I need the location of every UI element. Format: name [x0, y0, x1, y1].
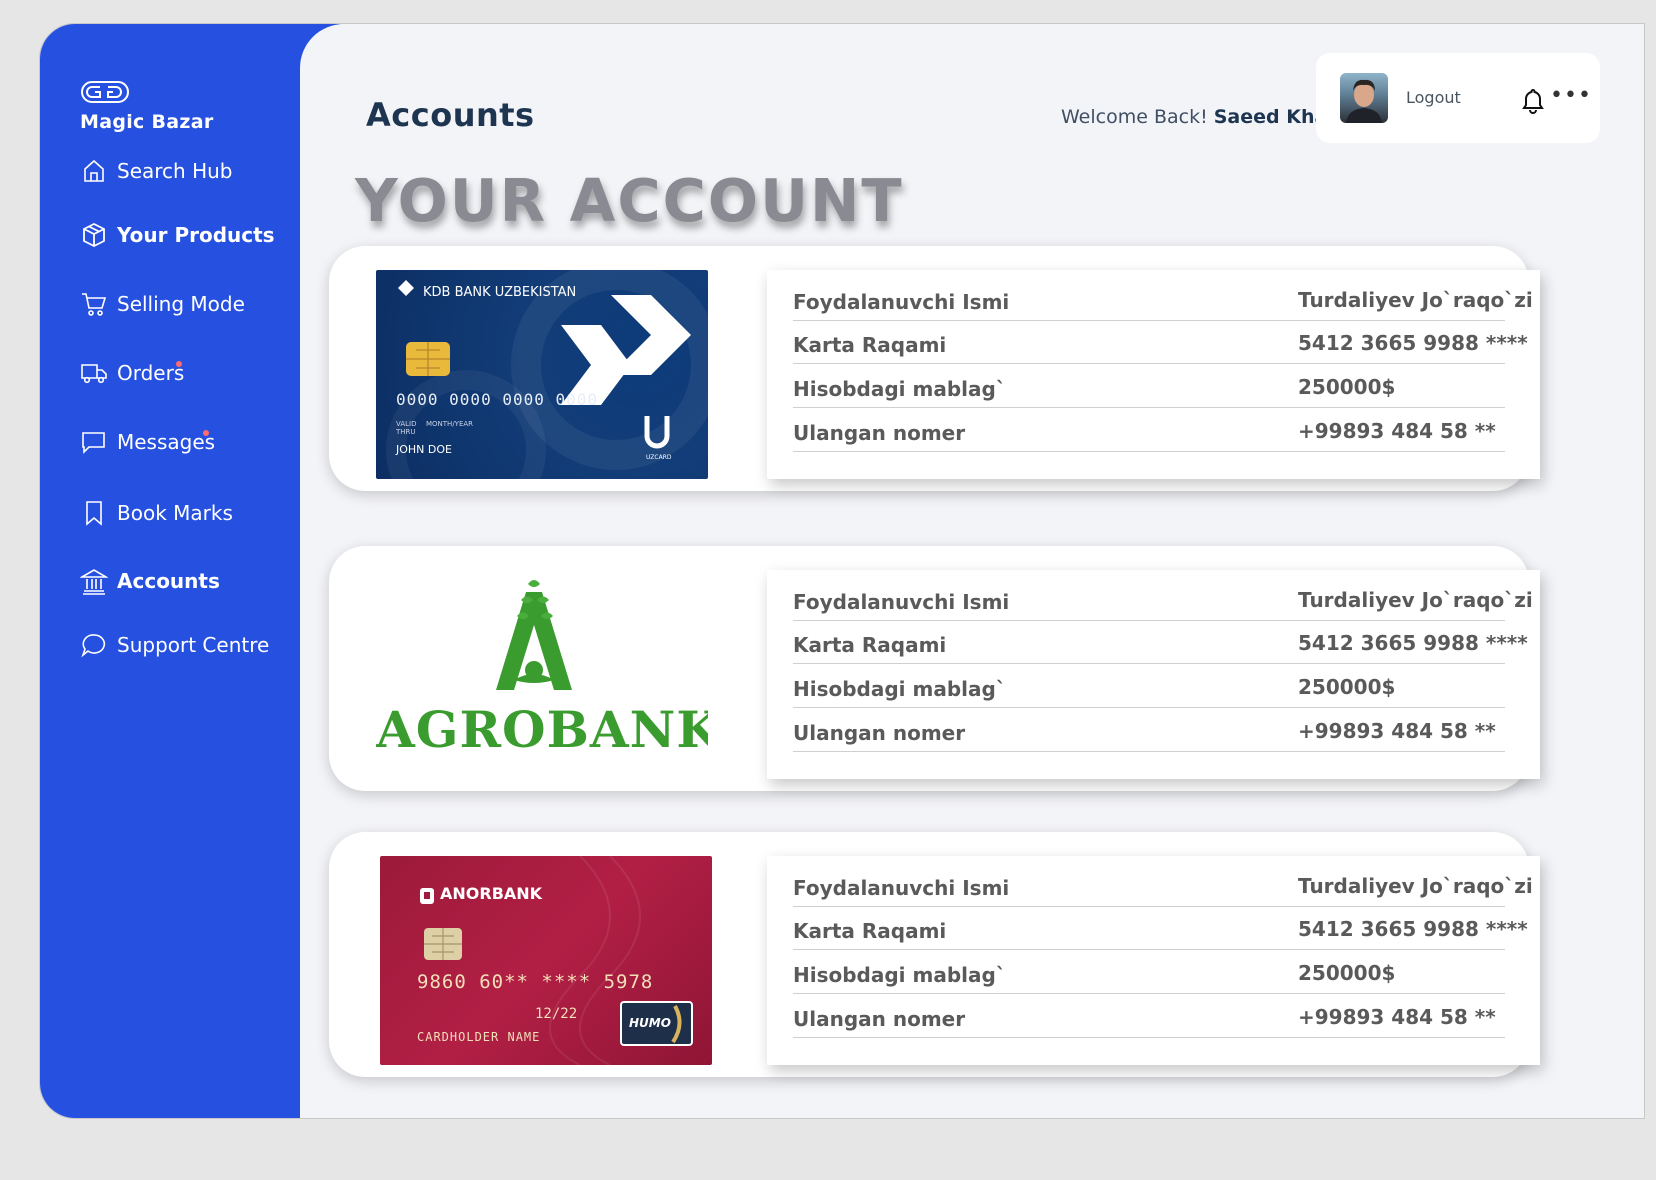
info-label: Ulangan nomer: [793, 1007, 966, 1031]
message-icon: [82, 432, 105, 454]
info-label: Hisobdagi mablag`: [793, 963, 1006, 987]
info-label: Karta Raqami: [793, 333, 947, 357]
info-label: Hisobdagi mablag`: [793, 677, 1006, 701]
sidebar-item-label: Accounts: [117, 569, 220, 593]
logout-link[interactable]: Logout: [1406, 88, 1461, 107]
sidebar-item-book-marks[interactable]: Book Marks: [80, 499, 233, 527]
info-value: 250000$: [1298, 375, 1396, 399]
info-value: +99893 484 58 **: [1298, 419, 1496, 443]
account-card: AGROBANK Foydalanuvchi Ismi Turdaliyev Jo…: [329, 546, 1540, 791]
info-row-phone: Ulangan nomer +99893 484 58 **: [793, 995, 1505, 1038]
bank-card-image: KDB BANK UZBEKISTAN 0000 0000 0000 0000 …: [376, 270, 708, 479]
info-value: 5412 3665 9988 ****: [1298, 631, 1528, 655]
card-expiry: 12/22: [535, 1006, 578, 1022]
sidebar-item-label: Your Products: [117, 223, 275, 247]
bank-name: AGROBANK: [376, 700, 708, 759]
sidebar-item-label: Search Hub: [117, 159, 233, 183]
info-row-card-number: Karta Raqami 5412 3665 9988 ****: [793, 621, 1528, 664]
brand-name: Magic Bazar: [80, 111, 214, 133]
card-network: HUMO: [629, 1016, 671, 1030]
sidebar-item-label: Messages: [117, 430, 216, 454]
info-row-balance: Hisobdagi mablag` 250000$: [793, 665, 1505, 708]
sidebar-item-selling-mode[interactable]: Selling Mode: [80, 290, 245, 318]
more-icon[interactable]: •••: [1550, 83, 1592, 108]
notification-dot: [176, 361, 182, 367]
info-row-balance: Hisobdagi mablag` 250000$: [793, 951, 1505, 994]
info-row-name: Foydalanuvchi Ismi Turdaliyev Jo`raqo`zi: [793, 278, 1533, 321]
info-value: Turdaliyev Jo`raqo`zi: [1298, 874, 1533, 898]
info-value: 5412 3665 9988 ****: [1298, 917, 1528, 941]
account-info-panel: Foydalanuvchi Ismi Turdaliyev Jo`raqo`zi …: [767, 270, 1540, 479]
bookmark-icon: [86, 501, 102, 526]
info-label: Ulangan nomer: [793, 721, 966, 745]
card-number: 0000 0000 0000 0000: [396, 390, 599, 409]
info-label: Karta Raqami: [793, 919, 947, 943]
sidebar-item-search-hub[interactable]: Search Hub: [80, 157, 232, 185]
card-network: UZCARD: [646, 454, 672, 461]
page-title: Accounts: [366, 96, 535, 134]
info-value: 5412 3665 9988 ****: [1298, 331, 1528, 355]
bank-icon: [80, 569, 108, 595]
avatar[interactable]: [1340, 73, 1388, 123]
info-row-card-number: Karta Raqami 5412 3665 9988 ****: [793, 321, 1528, 364]
sidebar-item-orders[interactable]: Orders: [80, 359, 184, 387]
bank-logo-image: AGROBANK: [376, 570, 708, 779]
info-label: Foydalanuvchi Ismi: [793, 290, 1010, 314]
account-card: ANORBANK 9860 60** **** 5978 12/22 CARDH…: [329, 832, 1540, 1077]
info-label: Hisobdagi mablag`: [793, 377, 1006, 401]
avatar-photo: [1346, 79, 1382, 123]
info-label: Karta Raqami: [793, 633, 947, 657]
sidebar-item-your-products[interactable]: Your Products: [80, 221, 275, 249]
welcome-message: Welcome Back! Saeed Khan: [1061, 106, 1341, 128]
info-row-name: Foydalanuvchi Ismi Turdaliyev Jo`raqo`zi: [793, 864, 1533, 907]
main-content: Accounts Welcome Back! Saeed Khan Logout…: [300, 24, 1644, 1118]
sidebar-item-accounts[interactable]: Accounts: [80, 567, 220, 595]
card-number: 9860 60** **** 5978: [417, 971, 654, 993]
info-row-balance: Hisobdagi mablag` 250000$: [793, 365, 1505, 408]
logo-icon: [81, 81, 129, 103]
card-holder: CARDHOLDER NAME: [417, 1030, 541, 1044]
bank-card-image: ANORBANK 9860 60** **** 5978 12/22 CARDH…: [380, 856, 712, 1065]
info-row-phone: Ulangan nomer +99893 484 58 **: [793, 409, 1505, 452]
sidebar-item-label: Orders: [117, 361, 185, 385]
info-label: Foydalanuvchi Ismi: [793, 590, 1010, 614]
card-bank-name: KDB BANK UZBEKISTAN: [423, 285, 577, 300]
home-icon: [84, 159, 104, 182]
user-panel: Logout •••: [1316, 53, 1600, 143]
info-label: Ulangan nomer: [793, 421, 966, 445]
account-info-panel: Foydalanuvchi Ismi Turdaliyev Jo`raqo`zi …: [767, 570, 1540, 779]
welcome-prefix: Welcome Back!: [1061, 106, 1208, 128]
sidebar: Magic Bazar Search Hub Your Products Sel…: [40, 24, 340, 1118]
info-value: Turdaliyev Jo`raqo`zi: [1298, 288, 1533, 312]
info-value: 250000$: [1298, 961, 1396, 985]
info-row-phone: Ulangan nomer +99893 484 58 **: [793, 709, 1505, 752]
app-window: Magic Bazar Search Hub Your Products Sel…: [39, 23, 1645, 1119]
account-card: KDB BANK UZBEKISTAN 0000 0000 0000 0000 …: [329, 246, 1540, 491]
info-value: 250000$: [1298, 675, 1396, 699]
brand[interactable]: Magic Bazar: [80, 79, 214, 133]
info-value: Turdaliyev Jo`raqo`zi: [1298, 588, 1533, 612]
info-value: +99893 484 58 **: [1298, 719, 1496, 743]
sidebar-item-support-centre[interactable]: Support Centre: [80, 631, 269, 659]
info-row-name: Foydalanuvchi Ismi Turdaliyev Jo`raqo`zi: [793, 578, 1533, 621]
account-info-panel: Foydalanuvchi Ismi Turdaliyev Jo`raqo`zi …: [767, 856, 1540, 1065]
bell-icon[interactable]: [1522, 88, 1544, 114]
sidebar-item-label: Book Marks: [117, 501, 233, 525]
card-bank-name: ANORBANK: [440, 884, 543, 903]
notification-dot: [203, 430, 209, 436]
card-valid-label: VALID THRU: [396, 420, 417, 436]
sidebar-item-label: Support Centre: [117, 633, 270, 657]
box-icon: [83, 222, 105, 248]
info-row-card-number: Karta Raqami 5412 3665 9988 ****: [793, 907, 1528, 950]
card-month-year: MONTH/YEAR: [426, 420, 474, 428]
section-headline: YOUR ACCOUNT: [355, 166, 904, 235]
sidebar-item-messages[interactable]: Messages: [80, 428, 215, 456]
truck-icon: [81, 364, 107, 384]
chat-bubble-icon: [81, 634, 106, 658]
cart-icon: [82, 293, 107, 316]
info-label: Foydalanuvchi Ismi: [793, 876, 1010, 900]
info-value: +99893 484 58 **: [1298, 1005, 1496, 1029]
card-holder: JOHN DOE: [396, 443, 452, 456]
sidebar-item-label: Selling Mode: [117, 292, 245, 316]
